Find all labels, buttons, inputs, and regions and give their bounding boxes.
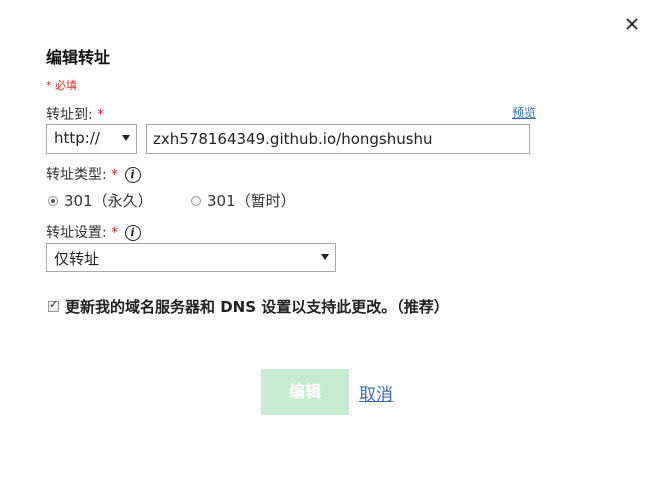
dialog-title: 编辑转址 (46, 48, 111, 67)
info-icon[interactable]: i (124, 225, 141, 241)
close-button[interactable] (622, 14, 642, 34)
edit-button[interactable]: 编辑 (261, 369, 349, 415)
dns-update-checkbox[interactable] (48, 298, 59, 312)
forward-to-label-text: 转址到: (46, 107, 93, 123)
forward-settings-value: 仅转址 (54, 250, 100, 268)
forward-settings-select[interactable]: 仅转址 (46, 243, 336, 272)
dns-update-label: 更新我的域名服务器和 DNS 设置以支持此更改。（推荐） (65, 298, 449, 316)
radio-option-permanent[interactable]: 301（永久） (48, 190, 153, 211)
radio-button[interactable] (48, 195, 58, 206)
cancel-button[interactable]: 取消 (359, 380, 393, 405)
required-star: * (111, 225, 119, 241)
radio-option-temporary[interactable]: 301（暂时） (191, 190, 296, 211)
radio-label: 301（暂时） (207, 192, 296, 210)
dns-update-option[interactable]: 更新我的域名服务器和 DNS 设置以支持此更改。（推荐） (48, 296, 449, 317)
close-icon (626, 18, 638, 30)
radio-button[interactable] (191, 195, 201, 206)
forward-to-label: 转址到: * (46, 104, 104, 124)
required-star: * (97, 107, 105, 123)
forward-url-input[interactable] (146, 124, 530, 154)
protocol-select-value: http:// (54, 129, 100, 147)
required-star: * (111, 167, 119, 183)
forward-settings-label-text: 转址设置: (46, 225, 107, 241)
chevron-down-icon (321, 254, 329, 260)
required-note: * 必填 (46, 79, 77, 92)
forward-type-label-text: 转址类型: (46, 167, 107, 183)
forward-settings-label: 转址设置: * i (46, 222, 141, 242)
forward-type-label: 转址类型: * i (46, 164, 141, 184)
preview-link[interactable]: 预览 (512, 104, 536, 121)
radio-label: 301（永久） (64, 192, 153, 210)
protocol-select[interactable]: http:// (46, 124, 137, 154)
chevron-down-icon (122, 135, 130, 141)
info-icon[interactable]: i (124, 167, 141, 183)
